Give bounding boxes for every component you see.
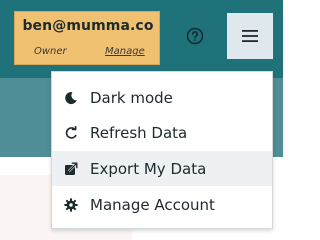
- refresh-icon: [64, 125, 78, 140]
- account-badge: ben@mumma.co Owner Manage: [14, 11, 160, 65]
- user-menu-dropdown: Dark mode Refresh Data Export My Data Ma…: [51, 71, 273, 229]
- menu-item-label: Export My Data: [90, 159, 207, 178]
- manage-link[interactable]: Manage: [105, 46, 145, 57]
- hamburger-icon: [242, 30, 258, 42]
- menu-item-refresh-data[interactable]: Refresh Data: [52, 115, 272, 150]
- menu-item-label: Manage Account: [90, 195, 215, 214]
- gear-icon: [64, 197, 78, 212]
- menu-item-label: Refresh Data: [90, 123, 188, 142]
- menu-item-manage-account[interactable]: Manage Account: [52, 187, 272, 222]
- menu-item-dark-mode[interactable]: Dark mode: [52, 80, 272, 115]
- export-icon: [64, 162, 78, 176]
- account-role: Owner: [34, 46, 67, 57]
- account-email: ben@mumma.co: [22, 18, 154, 34]
- menu-button[interactable]: [227, 13, 273, 59]
- question-circle-icon: [186, 27, 204, 45]
- moon-icon: [64, 91, 78, 105]
- menu-item-export-my-data[interactable]: Export My Data: [52, 151, 272, 186]
- help-button[interactable]: [183, 24, 207, 48]
- menu-item-label: Dark mode: [90, 88, 173, 107]
